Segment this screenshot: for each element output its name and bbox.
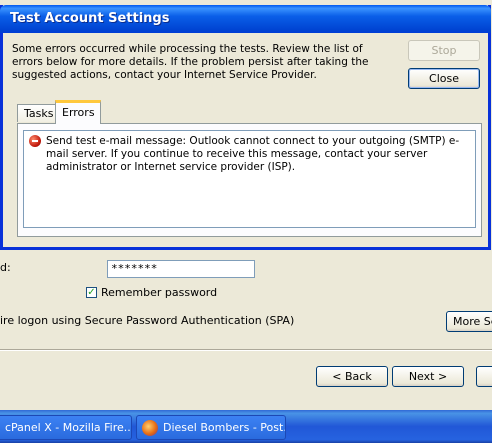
remember-password-checkbox[interactable]: ✓ [86,287,97,298]
test-account-settings-dialog: Test Account Settings Some errors occurr… [0,5,491,250]
password-label: d: [0,261,11,274]
taskbar-item-label: cPanel X - Mozilla Fire... [5,421,132,434]
password-input[interactable]: ******* [107,260,255,278]
wizard-separator [0,349,492,351]
error-icon [29,135,41,147]
taskbar: cPanel X - Mozilla Fire... Diesel Bomber… [0,410,492,443]
tab-tasks[interactable]: Tasks [17,104,56,122]
dialog-title: Test Account Settings [10,11,170,26]
spa-label: ire logon using Secure Password Authenti… [0,314,295,327]
remember-password-label: Remember password [101,286,218,299]
error-list[interactable]: Send test e-mail message: Outlook cannot… [23,130,476,228]
taskbar-item-cpanel[interactable]: cPanel X - Mozilla Fire... [0,415,132,440]
dialog-message: Some errors occurred while processing th… [12,43,369,81]
more-settings-button[interactable]: More Se [446,311,492,332]
errors-tab-panel: Send test e-mail message: Outlook cannot… [17,123,482,237]
close-button[interactable]: Close [408,68,480,89]
firefox-icon [142,420,158,436]
error-message: Send test e-mail message: Outlook cannot… [46,135,460,173]
dialog-title-bar[interactable]: Test Account Settings [0,5,491,33]
tab-errors[interactable]: Errors [55,100,101,124]
back-button[interactable]: < Back [316,366,388,387]
taskbar-item-diesel-bombers[interactable]: Diesel Bombers - Post... [136,415,286,440]
cancel-button-partial[interactable] [476,366,492,387]
taskbar-item-label: Diesel Bombers - Post... [163,421,286,434]
next-button[interactable]: Next > [392,366,464,387]
stop-button[interactable]: Stop [408,40,480,61]
